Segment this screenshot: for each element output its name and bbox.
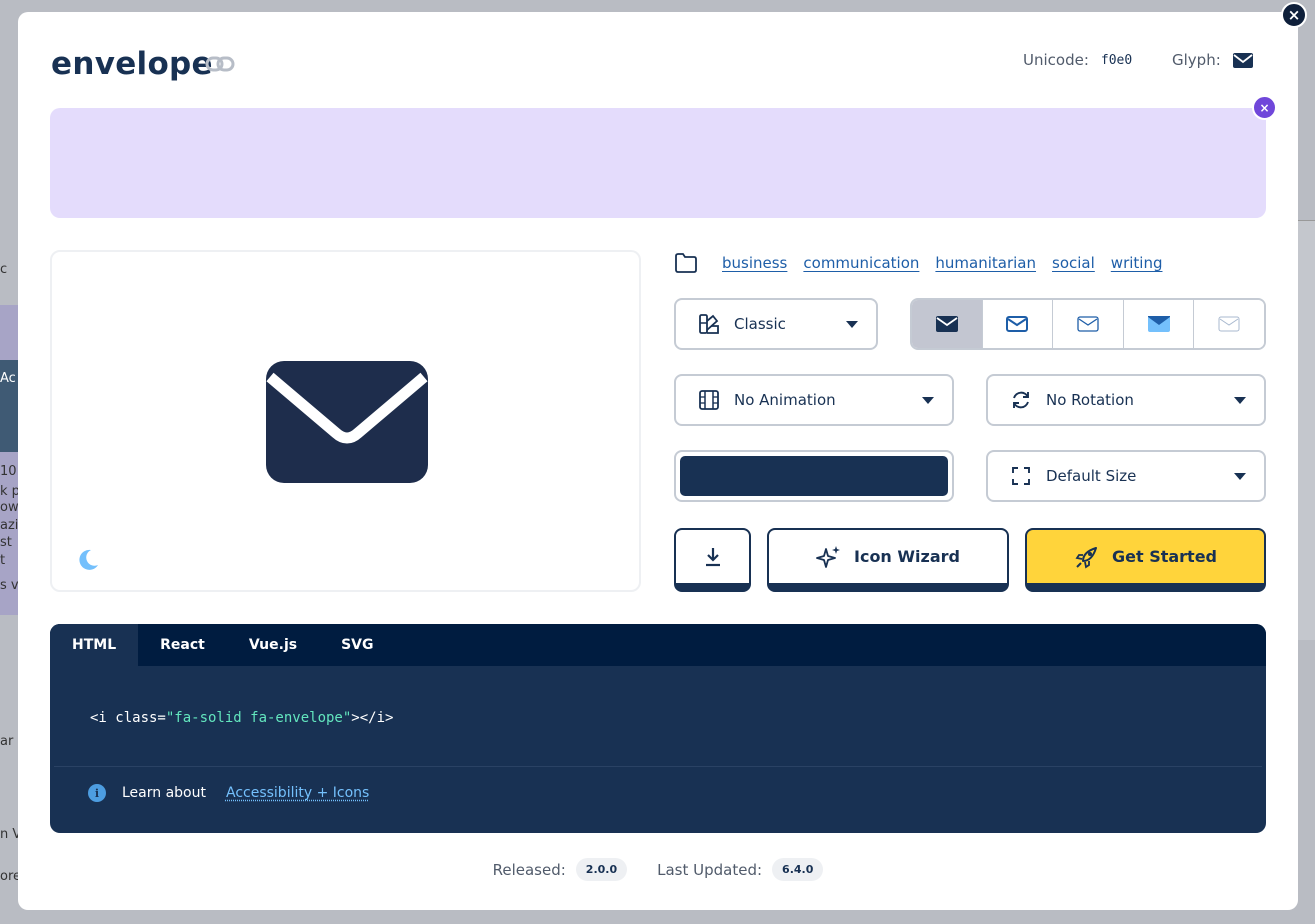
unicode-label: Unicode: [1023,51,1089,69]
envelope-thin-icon [1218,316,1240,332]
tag-social[interactable]: social [1052,254,1095,272]
icon-title: envelope [51,46,213,82]
backdrop-text: t [0,553,6,568]
envelope-regular-icon [1006,316,1029,332]
download-button[interactable] [674,528,751,592]
color-picker[interactable] [674,450,954,502]
unicode-value[interactable]: f0e0 [1101,53,1132,68]
style-solid-button[interactable] [912,300,982,348]
updated-badge[interactable]: 6.4.0 [772,858,824,881]
envelope-light-icon [1077,316,1099,332]
backdrop-text: st [0,535,12,550]
icon-detail-modal: envelope Unicode: f0e0 Glyph: × business [18,12,1298,910]
unicode-info: Unicode: f0e0 [1023,51,1132,69]
film-icon [699,390,719,410]
sparkles-icon [816,545,840,568]
icon-categories: business communication humanitarian soci… [674,252,1162,274]
style-light-button[interactable] [1052,300,1123,348]
get-started-button[interactable]: Get Started [1025,528,1266,592]
code-snippet-panel: HTML React Vue.js SVG <i class="fa-solid… [50,624,1266,833]
backdrop-text: 10 [0,464,17,479]
swatchbook-icon [699,314,719,334]
updated-label: Last Updated: [657,860,763,879]
size-select[interactable]: Default Size [986,450,1266,502]
close-modal-button[interactable]: × [1281,2,1307,28]
backdrop-side-panel [1298,220,1315,640]
family-value: Classic [734,315,786,333]
size-value: Default Size [1046,467,1137,485]
chevron-down-icon [846,321,858,328]
envelope-icon [266,361,428,483]
released-label: Released: [492,860,566,879]
tag-communication[interactable]: communication [803,254,919,272]
style-selector [910,298,1266,350]
chevron-down-icon [1234,397,1246,404]
released-badge[interactable]: 2.0.0 [575,858,628,881]
backdrop-text: ar [0,734,14,749]
expand-icon [1012,467,1030,485]
code-snippet[interactable]: <i class="fa-solid fa-envelope"></i> [90,710,393,726]
style-regular-button[interactable] [981,300,1053,348]
code-string: "fa-solid fa-envelope" [165,710,352,726]
get-started-label: Get Started [1111,547,1217,566]
backdrop-text: ore [0,869,18,884]
tab-svg[interactable]: SVG [319,624,395,666]
backdrop-text: azi [0,518,18,533]
tag-writing[interactable]: writing [1111,254,1163,272]
version-info: Released: 2.0.0 Last Updated: 6.4.0 [18,858,1298,881]
download-icon [705,547,720,566]
glyph-info: Glyph: [1172,51,1253,69]
chevron-down-icon [1234,473,1246,480]
icon-preview [50,250,641,592]
accessibility-note: i Learn about Accessibility + Icons [88,784,369,802]
tag-business[interactable]: business [722,254,787,272]
info-icon: i [88,784,106,802]
code-prefix: <i class= [90,710,166,726]
moon-icon[interactable] [76,548,100,572]
rotate-icon [1013,391,1029,409]
tag-humanitarian[interactable]: humanitarian [935,254,1036,272]
backdrop-text: s v [0,578,18,593]
tab-react[interactable]: React [138,624,227,666]
backdrop-text: k p [0,484,18,499]
family-select[interactable]: Classic [674,298,878,350]
backdrop-text: ow [0,500,18,515]
tab-vue[interactable]: Vue.js [227,624,319,666]
envelope-duotone-icon [1147,316,1170,332]
rotation-select[interactable]: No Rotation [986,374,1266,426]
backdrop-text: n V [0,827,18,842]
style-duotone-button[interactable] [1122,300,1194,348]
backdrop-text: c [0,262,8,277]
glyph-label: Glyph: [1172,51,1221,69]
ad-close-button[interactable]: × [1252,95,1277,120]
accessibility-link[interactable]: Accessibility + Icons [226,785,369,801]
envelope-solid-icon [935,316,958,332]
rocket-icon [1075,546,1097,568]
folder-icon [675,253,697,273]
icon-wizard-label: Icon Wizard [854,547,960,566]
rotation-value: No Rotation [1046,391,1134,409]
chevron-down-icon [922,397,934,404]
animation-value: No Animation [734,391,836,409]
envelope-glyph-icon[interactable] [1232,52,1253,68]
learn-label: Learn about [122,785,206,801]
link-icon[interactable] [205,53,235,75]
style-thin-button[interactable] [1193,300,1264,348]
code-tabs: HTML React Vue.js SVG [50,624,1266,666]
icon-wizard-button[interactable]: Icon Wizard [767,528,1009,592]
code-suffix: ></i> [351,710,394,726]
color-swatch [680,456,948,496]
ad-banner [50,108,1266,218]
divider [54,766,1262,767]
animation-select[interactable]: No Animation [674,374,954,426]
tab-html[interactable]: HTML [50,624,139,666]
backdrop-text: Ac [0,371,16,386]
